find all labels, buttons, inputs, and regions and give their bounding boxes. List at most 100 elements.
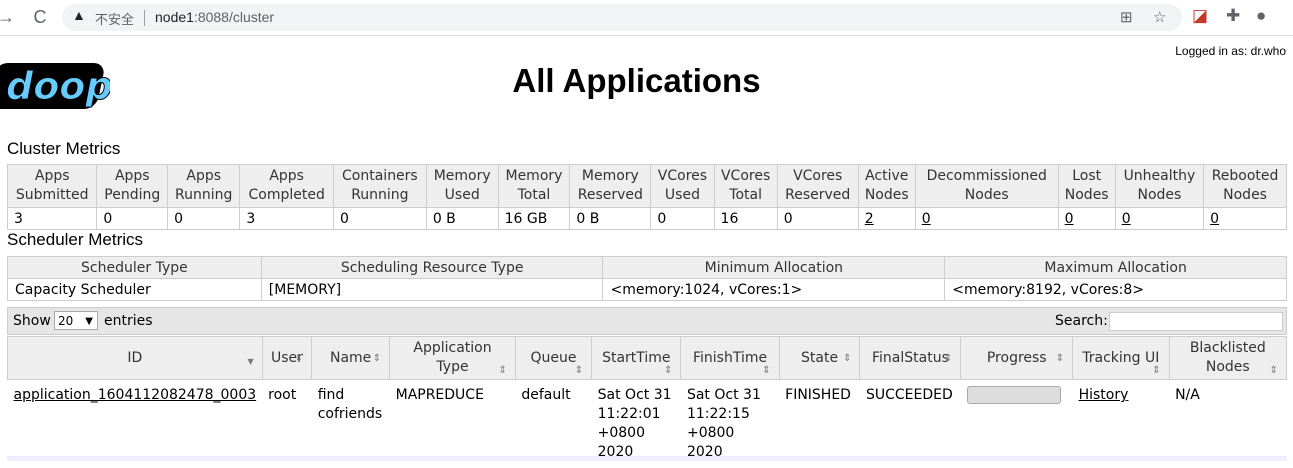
metric-value: 2 — [858, 208, 915, 230]
app-start-time: Sat Oct 31 11:22:01 +0800 2020 — [592, 380, 681, 468]
metric-header: AppsSubmitted — [8, 165, 97, 208]
metric-header: ActiveNodes — [858, 165, 915, 208]
metric-value: 0 — [97, 208, 168, 230]
metric-value: 0 — [651, 208, 714, 230]
browser-toolbar: → C ▲ 不安全 node1:8088/cluster ⊞ ☆ ◪ ✚ ● — [0, 0, 1293, 36]
pdf-extension-icon[interactable]: ◪ — [1192, 6, 1208, 26]
metric-link[interactable]: 0 — [1210, 211, 1219, 227]
table-row: application_1604112082478_0003 rootfind c… — [8, 380, 1287, 468]
column-header[interactable]: Progress⇕ — [961, 337, 1073, 380]
show-label: Show — [13, 313, 51, 329]
column-header[interactable]: FinalStatus⇕ — [860, 337, 961, 380]
translate-icon[interactable]: ⊞ — [1120, 8, 1133, 26]
cluster-metrics-table: AppsSubmittedAppsPendingAppsRunningAppsC… — [7, 164, 1287, 230]
scheduler-value: Capacity Scheduler — [8, 279, 262, 301]
metric-header: VCoresReserved — [777, 165, 858, 208]
sort-icon: ⇕ — [664, 361, 672, 380]
page-title: All Applications — [0, 62, 1273, 100]
scheduler-header: Scheduler Type — [8, 257, 262, 279]
metric-link[interactable]: 0 — [922, 211, 931, 227]
search-label: Search: — [1055, 313, 1108, 329]
app-state: FINISHED — [779, 380, 860, 468]
metric-header: AppsPending — [97, 165, 168, 208]
sort-icon: ⇕ — [295, 349, 303, 368]
metric-link[interactable]: 0 — [1065, 211, 1074, 227]
sort-icon: ⇕ — [944, 349, 952, 368]
scheduler-metrics-title: Scheduler Metrics — [7, 230, 143, 250]
table-controls: Show 20▼ entries Search: — [7, 307, 1287, 335]
metric-link[interactable]: 0 — [1122, 211, 1131, 227]
app-user: root — [262, 380, 312, 468]
sort-desc-icon: ▼ — [248, 352, 254, 371]
app-blacklisted: N/A — [1169, 380, 1286, 468]
metric-value: 0 — [1058, 208, 1115, 230]
column-header[interactable]: StartTime⇕ — [592, 337, 681, 380]
app-tracking-cell: History — [1073, 380, 1169, 468]
cluster-metrics-title: Cluster Metrics — [7, 139, 120, 159]
scheduler-header: Maximum Allocation — [945, 257, 1287, 279]
metric-header: DecommissionedNodes — [915, 165, 1058, 208]
warning-icon[interactable]: ▲ — [72, 7, 86, 23]
address-separator — [144, 10, 145, 26]
scheduler-header: Scheduling Resource Type — [261, 257, 603, 279]
app-id-cell: application_1604112082478_0003 — [8, 380, 263, 468]
bookmark-star-icon[interactable]: ☆ — [1153, 8, 1166, 26]
insecure-label[interactable]: 不安全 — [95, 9, 134, 28]
address-bar[interactable]: ▲ 不安全 node1:8088/cluster ⊞ ☆ — [62, 4, 1182, 31]
metric-header: AppsRunning — [168, 165, 240, 208]
entries-label: entries — [104, 313, 153, 329]
app-progress-cell — [961, 380, 1073, 468]
app-name: find cofriends — [312, 380, 390, 468]
column-header[interactable]: Queue⇕ — [515, 337, 591, 380]
tracking-history-link[interactable]: History — [1079, 387, 1129, 403]
app-final-status: SUCCEEDED — [860, 380, 961, 468]
metric-value: 0 — [1204, 208, 1287, 230]
column-header[interactable]: FinishTime⇕ — [681, 337, 779, 380]
scheduler-value: [MEMORY] — [261, 279, 603, 301]
reload-icon[interactable]: C — [28, 6, 52, 28]
metric-value: 16 GB — [498, 208, 570, 230]
search-input[interactable] — [1109, 312, 1283, 331]
next-row-stripe — [7, 456, 1287, 461]
column-header[interactable]: Tracking UI⇕ — [1073, 337, 1169, 380]
metric-header: AppsCompleted — [240, 165, 334, 208]
extensions-puzzle-icon[interactable]: ✚ — [1226, 6, 1240, 26]
metric-value: 3 — [8, 208, 97, 230]
metric-value: 0 — [1115, 208, 1203, 230]
metric-header: LostNodes — [1058, 165, 1115, 208]
column-header[interactable]: BlacklistedNodes⇕ — [1169, 337, 1286, 380]
sort-icon: ⇕ — [843, 349, 851, 368]
scheduler-value: <memory:1024, vCores:1> — [603, 279, 945, 301]
page-size-select[interactable]: 20▼ — [54, 311, 98, 330]
profile-avatar-icon[interactable]: ● — [1256, 6, 1266, 26]
metric-value: 0 B — [570, 208, 651, 230]
metric-value: 0 B — [426, 208, 498, 230]
metric-header: ContainersRunning — [333, 165, 426, 208]
metric-value: 0 — [915, 208, 1058, 230]
metric-value: 0 — [777, 208, 858, 230]
back-arrow-icon[interactable]: → — [0, 6, 18, 28]
metric-header: MemoryReserved — [570, 165, 651, 208]
metric-header: RebootedNodes — [1204, 165, 1287, 208]
scheduler-metrics-table: Scheduler TypeScheduling Resource TypeMi… — [7, 256, 1287, 301]
column-header[interactable]: State⇕ — [779, 337, 860, 380]
metric-header: VCoresTotal — [714, 165, 777, 208]
metric-value: 3 — [240, 208, 334, 230]
sort-icon: ⇕ — [762, 361, 770, 380]
column-header[interactable]: ApplicationType⇕ — [390, 337, 516, 380]
metric-header: VCoresUsed — [651, 165, 714, 208]
sort-icon: ⇕ — [575, 361, 583, 380]
url-text[interactable]: node1:8088/cluster — [155, 9, 274, 25]
app-finish-time: Sat Oct 31 11:22:15 +0800 2020 — [681, 380, 779, 468]
column-header[interactable]: ID▼ — [8, 337, 263, 380]
app-queue: default — [515, 380, 591, 468]
progress-bar — [967, 386, 1061, 404]
column-header[interactable]: Name⇕ — [312, 337, 390, 380]
metric-link[interactable]: 2 — [865, 211, 874, 227]
scheduler-value: <memory:8192, vCores:8> — [945, 279, 1287, 301]
sort-icon: ⇕ — [1056, 349, 1064, 368]
app-id-link[interactable]: application_1604112082478_0003 — [14, 387, 257, 403]
logged-in-text: Logged in as: dr.who — [1175, 44, 1286, 58]
sort-icon: ⇕ — [1152, 361, 1160, 380]
column-header[interactable]: User⇕ — [262, 337, 312, 380]
